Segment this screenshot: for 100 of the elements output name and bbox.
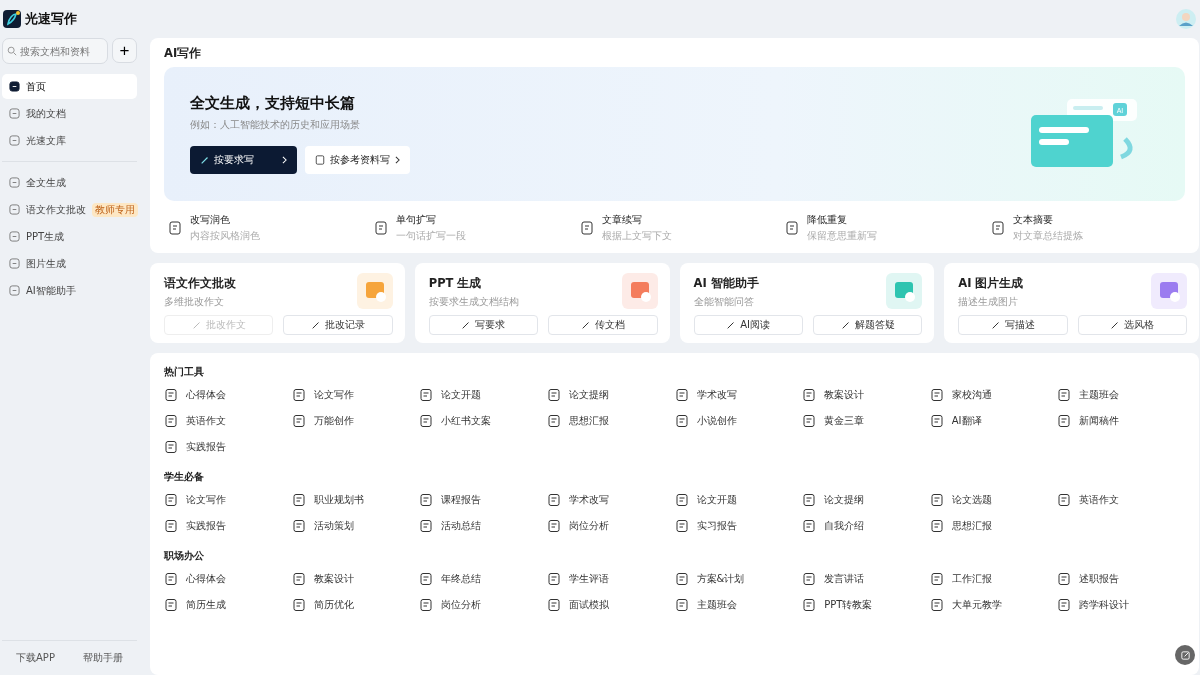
tool-item[interactable]: 实践报告 [164,519,292,533]
tool-item[interactable]: 万能创作 [291,414,420,428]
document-icon [579,221,594,235]
tool-item[interactable]: 论文写作 [291,388,420,402]
pen-icon [840,320,851,330]
card-button[interactable]: 传文档 [548,315,658,335]
footer-link[interactable]: 下载APP [16,651,55,665]
search-field[interactable]: 搜索文档和资料 [2,38,108,64]
tool-item[interactable]: 活动策划 [291,519,420,533]
tool-item[interactable]: 主题班会 [1057,388,1185,402]
app-tile-icon [356,273,393,309]
tool-item[interactable]: 论文选题 [929,493,1058,507]
document-icon [674,414,689,428]
tool-item[interactable]: 跨学科设计 [1057,598,1185,612]
feature-title[interactable]: 降低重复 [807,213,878,227]
app-name: 光速写作 [25,10,77,28]
nav-item[interactable]: 图片生成 [2,251,137,276]
app-tile-icon [886,273,923,309]
tool-item[interactable]: 论文开题 [419,388,547,402]
document-icon [291,519,306,533]
feature-title[interactable]: 文章续写 [601,213,672,227]
nav-item[interactable]: AI智能助手 [2,278,137,303]
tool-item[interactable]: 简历生成 [164,598,292,612]
tool-item[interactable]: 岗位分析 [546,519,675,533]
card-button[interactable]: 写描述 [958,315,1068,335]
tool-item[interactable]: 小说创作 [674,414,803,428]
add-button[interactable]: + [112,38,137,63]
card-button[interactable]: 写要求 [428,315,539,335]
tool-item[interactable]: 大单元教学 [929,598,1058,612]
tool-item[interactable]: 教案设计 [802,388,930,402]
nav-item[interactable]: 首页 [2,74,137,99]
tool-item[interactable]: PPT转教案 [802,598,930,612]
tool-item[interactable]: 学术改写 [546,493,675,507]
tool-item[interactable]: 实习报告 [674,519,803,533]
primary-button[interactable]: 按要求写 [190,146,297,174]
search-icon [7,46,17,56]
tool-item[interactable]: 年终总结 [419,572,547,586]
document-icon [929,493,944,507]
nav-item[interactable]: 语文作文批改 教师专用 [2,197,137,222]
tool-item[interactable]: 黄金三章 [802,414,930,428]
tool-item[interactable]: 学术改写 [674,388,803,402]
document-icon [929,598,944,612]
tool-item[interactable]: 小红书文案 [419,414,547,428]
tool-item[interactable]: 论文开题 [674,493,803,507]
tool-item[interactable]: 发言讲话 [802,572,930,586]
feature-title[interactable]: 单句扩写 [395,213,466,227]
tool-item[interactable]: 英语作文 [1057,493,1185,507]
feature-title[interactable]: 文本摘要 [1013,213,1083,227]
tool-item[interactable]: 思想汇报 [546,414,675,428]
avatar-icon[interactable] [1176,9,1196,29]
tool-item[interactable]: 心得体会 [164,572,292,586]
tool-item[interactable]: 课程报告 [419,493,547,507]
nav-item[interactable]: PPT生成 [2,224,137,249]
tool-item[interactable]: 论文提纲 [802,493,930,507]
tool-item[interactable]: 职业规划书 [291,493,420,507]
secondary-button[interactable]: 按参考资料写 [305,146,410,174]
card-button[interactable]: 解题答疑 [812,315,923,335]
card-button[interactable]: 选风格 [1077,315,1187,335]
nav-item[interactable]: 光速文库 [2,128,137,153]
tool-item[interactable]: 论文提纲 [546,388,675,402]
tool-item[interactable]: 简历优化 [291,598,420,612]
card-button[interactable]: AI阅读 [693,315,803,335]
tool-item[interactable]: 新闻稿件 [1057,414,1185,428]
tool-item[interactable]: 思想汇报 [929,519,1058,533]
document-icon [291,414,306,428]
document-icon [929,388,944,402]
document-icon [291,388,306,402]
chevron-icon [282,156,287,164]
card-title: PPT 生成 [428,276,483,291]
tool-item[interactable]: 教案设计 [291,572,420,586]
document-icon [546,388,561,402]
feature-title[interactable]: 改写润色 [190,213,260,227]
tool-item[interactable]: 工作汇报 [929,572,1058,586]
tool-item[interactable]: 学生评语 [546,572,675,586]
tool-item[interactable]: 岗位分析 [419,598,547,612]
document-icon [164,572,178,586]
tool-item[interactable]: 述职报告 [1057,572,1185,586]
feature-subtitle: 保留意思重新写 [807,229,878,243]
nav-item[interactable]: 全文生成 [2,170,137,195]
tool-item[interactable]: 实践报告 [164,440,292,454]
pen-icon [461,320,472,330]
footer-link[interactable]: 帮助手册 [82,651,123,665]
tool-item[interactable]: 活动总结 [419,519,547,533]
tool-item[interactable]: AI翻译 [929,414,1058,428]
tool-item[interactable]: 英语作文 [164,414,292,428]
feature-subtitle: 内容按风格润色 [190,229,260,243]
tool-item[interactable]: 心得体会 [164,388,292,402]
document-icon [546,572,561,586]
tool-item[interactable]: 方案&计划 [674,572,803,586]
tool-item[interactable]: 家校沟通 [929,388,1058,402]
document-icon [168,221,182,235]
tool-item[interactable]: 面试模拟 [546,598,675,612]
tool-item[interactable]: 主题班会 [674,598,803,612]
pen-icon [1110,320,1121,330]
edit-icon [1179,649,1191,661]
nav-item[interactable]: 我的文档 [2,101,137,126]
document-icon [419,388,434,402]
tool-item[interactable]: 论文写作 [164,493,292,507]
card-button[interactable]: 批改记录 [283,315,393,335]
tool-item[interactable]: 自我介绍 [802,519,930,533]
